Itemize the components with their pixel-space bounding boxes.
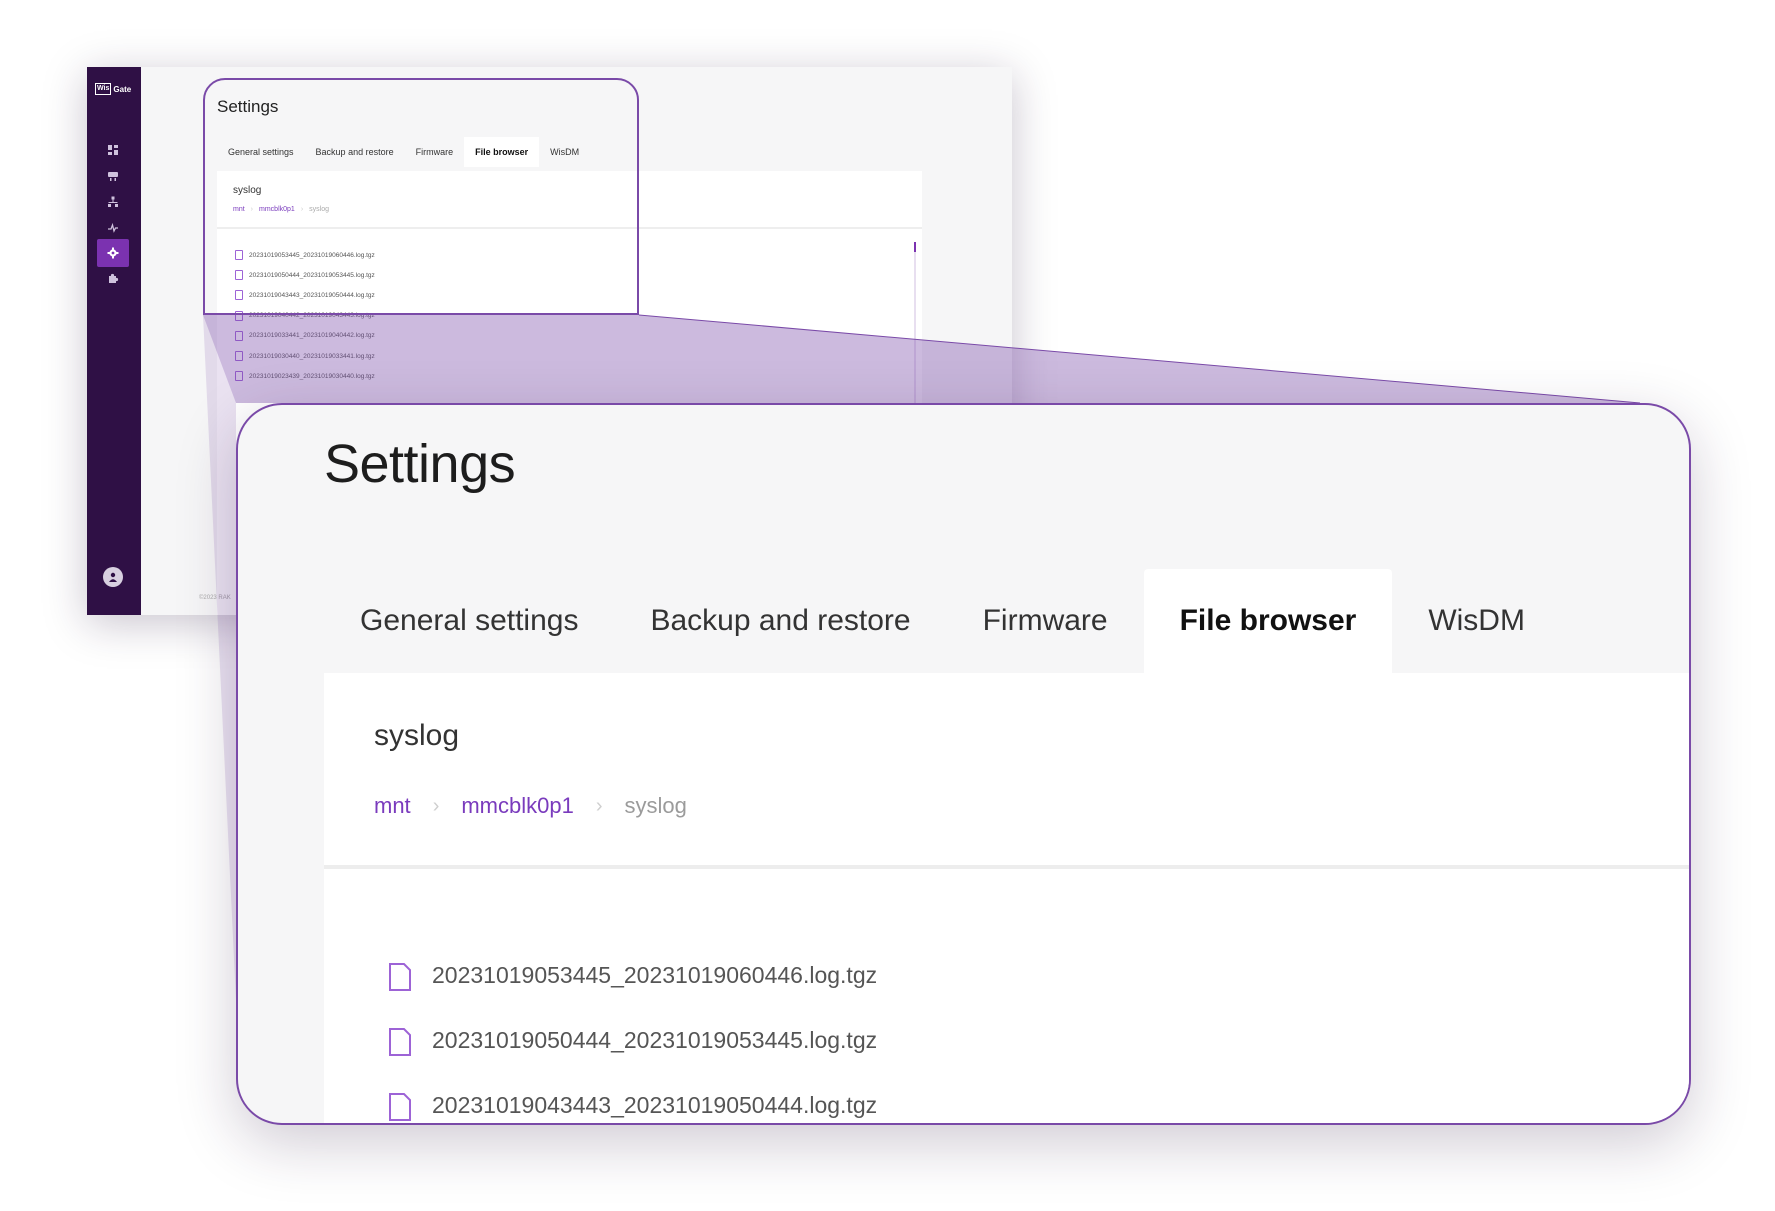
file-row[interactable]: 20231019050444_20231019053445.log.tgz bbox=[388, 1008, 877, 1073]
file-name: 20231019053445_20231019060446.log.tgz bbox=[432, 962, 878, 988]
tab-bar: General settings Backup and restore Firm… bbox=[324, 569, 1561, 673]
tab-file-browser[interactable]: File browser bbox=[1143, 569, 1393, 673]
breadcrumb-separator-icon: › bbox=[595, 794, 603, 817]
tab-general-settings[interactable]: General settings bbox=[324, 569, 614, 673]
file-name: 20231019043443_20231019050444.log.tgz bbox=[432, 1092, 878, 1118]
file-browser-panel: syslog mnt › mmcblk0p1 › syslog 20231019… bbox=[324, 673, 1689, 1123]
file-list: 20231019053445_20231019060446.log.tgz 20… bbox=[388, 943, 878, 1123]
file-icon bbox=[388, 1092, 411, 1121]
divider bbox=[324, 865, 1689, 869]
file-icon bbox=[388, 1027, 411, 1056]
breadcrumb-link[interactable]: mmcblk0p1 bbox=[461, 793, 573, 819]
breadcrumb-link[interactable]: mnt bbox=[374, 793, 411, 819]
file-name: 20231019050444_20231019053445.log.tgz bbox=[432, 1027, 878, 1053]
breadcrumb: mnt › mmcblk0p1 › syslog bbox=[374, 793, 687, 819]
file-row[interactable]: 20231019043443_20231019050444.log.tgz bbox=[388, 1073, 878, 1123]
tab-wisdm[interactable]: WisDM bbox=[1392, 569, 1561, 673]
tab-backup-restore[interactable]: Backup and restore bbox=[614, 569, 946, 673]
folder-title: syslog bbox=[374, 719, 460, 752]
file-row[interactable]: 20231019053445_20231019060446.log.tgz bbox=[388, 943, 877, 1008]
file-icon bbox=[388, 962, 411, 991]
zoomed-view: Settings General settings Backup and res… bbox=[236, 403, 1691, 1125]
breadcrumb-current: syslog bbox=[624, 793, 687, 818]
tab-firmware[interactable]: Firmware bbox=[947, 569, 1144, 673]
breadcrumb-separator-icon: › bbox=[432, 794, 440, 817]
highlight-frame bbox=[203, 78, 639, 315]
page-title: Settings bbox=[324, 434, 516, 494]
